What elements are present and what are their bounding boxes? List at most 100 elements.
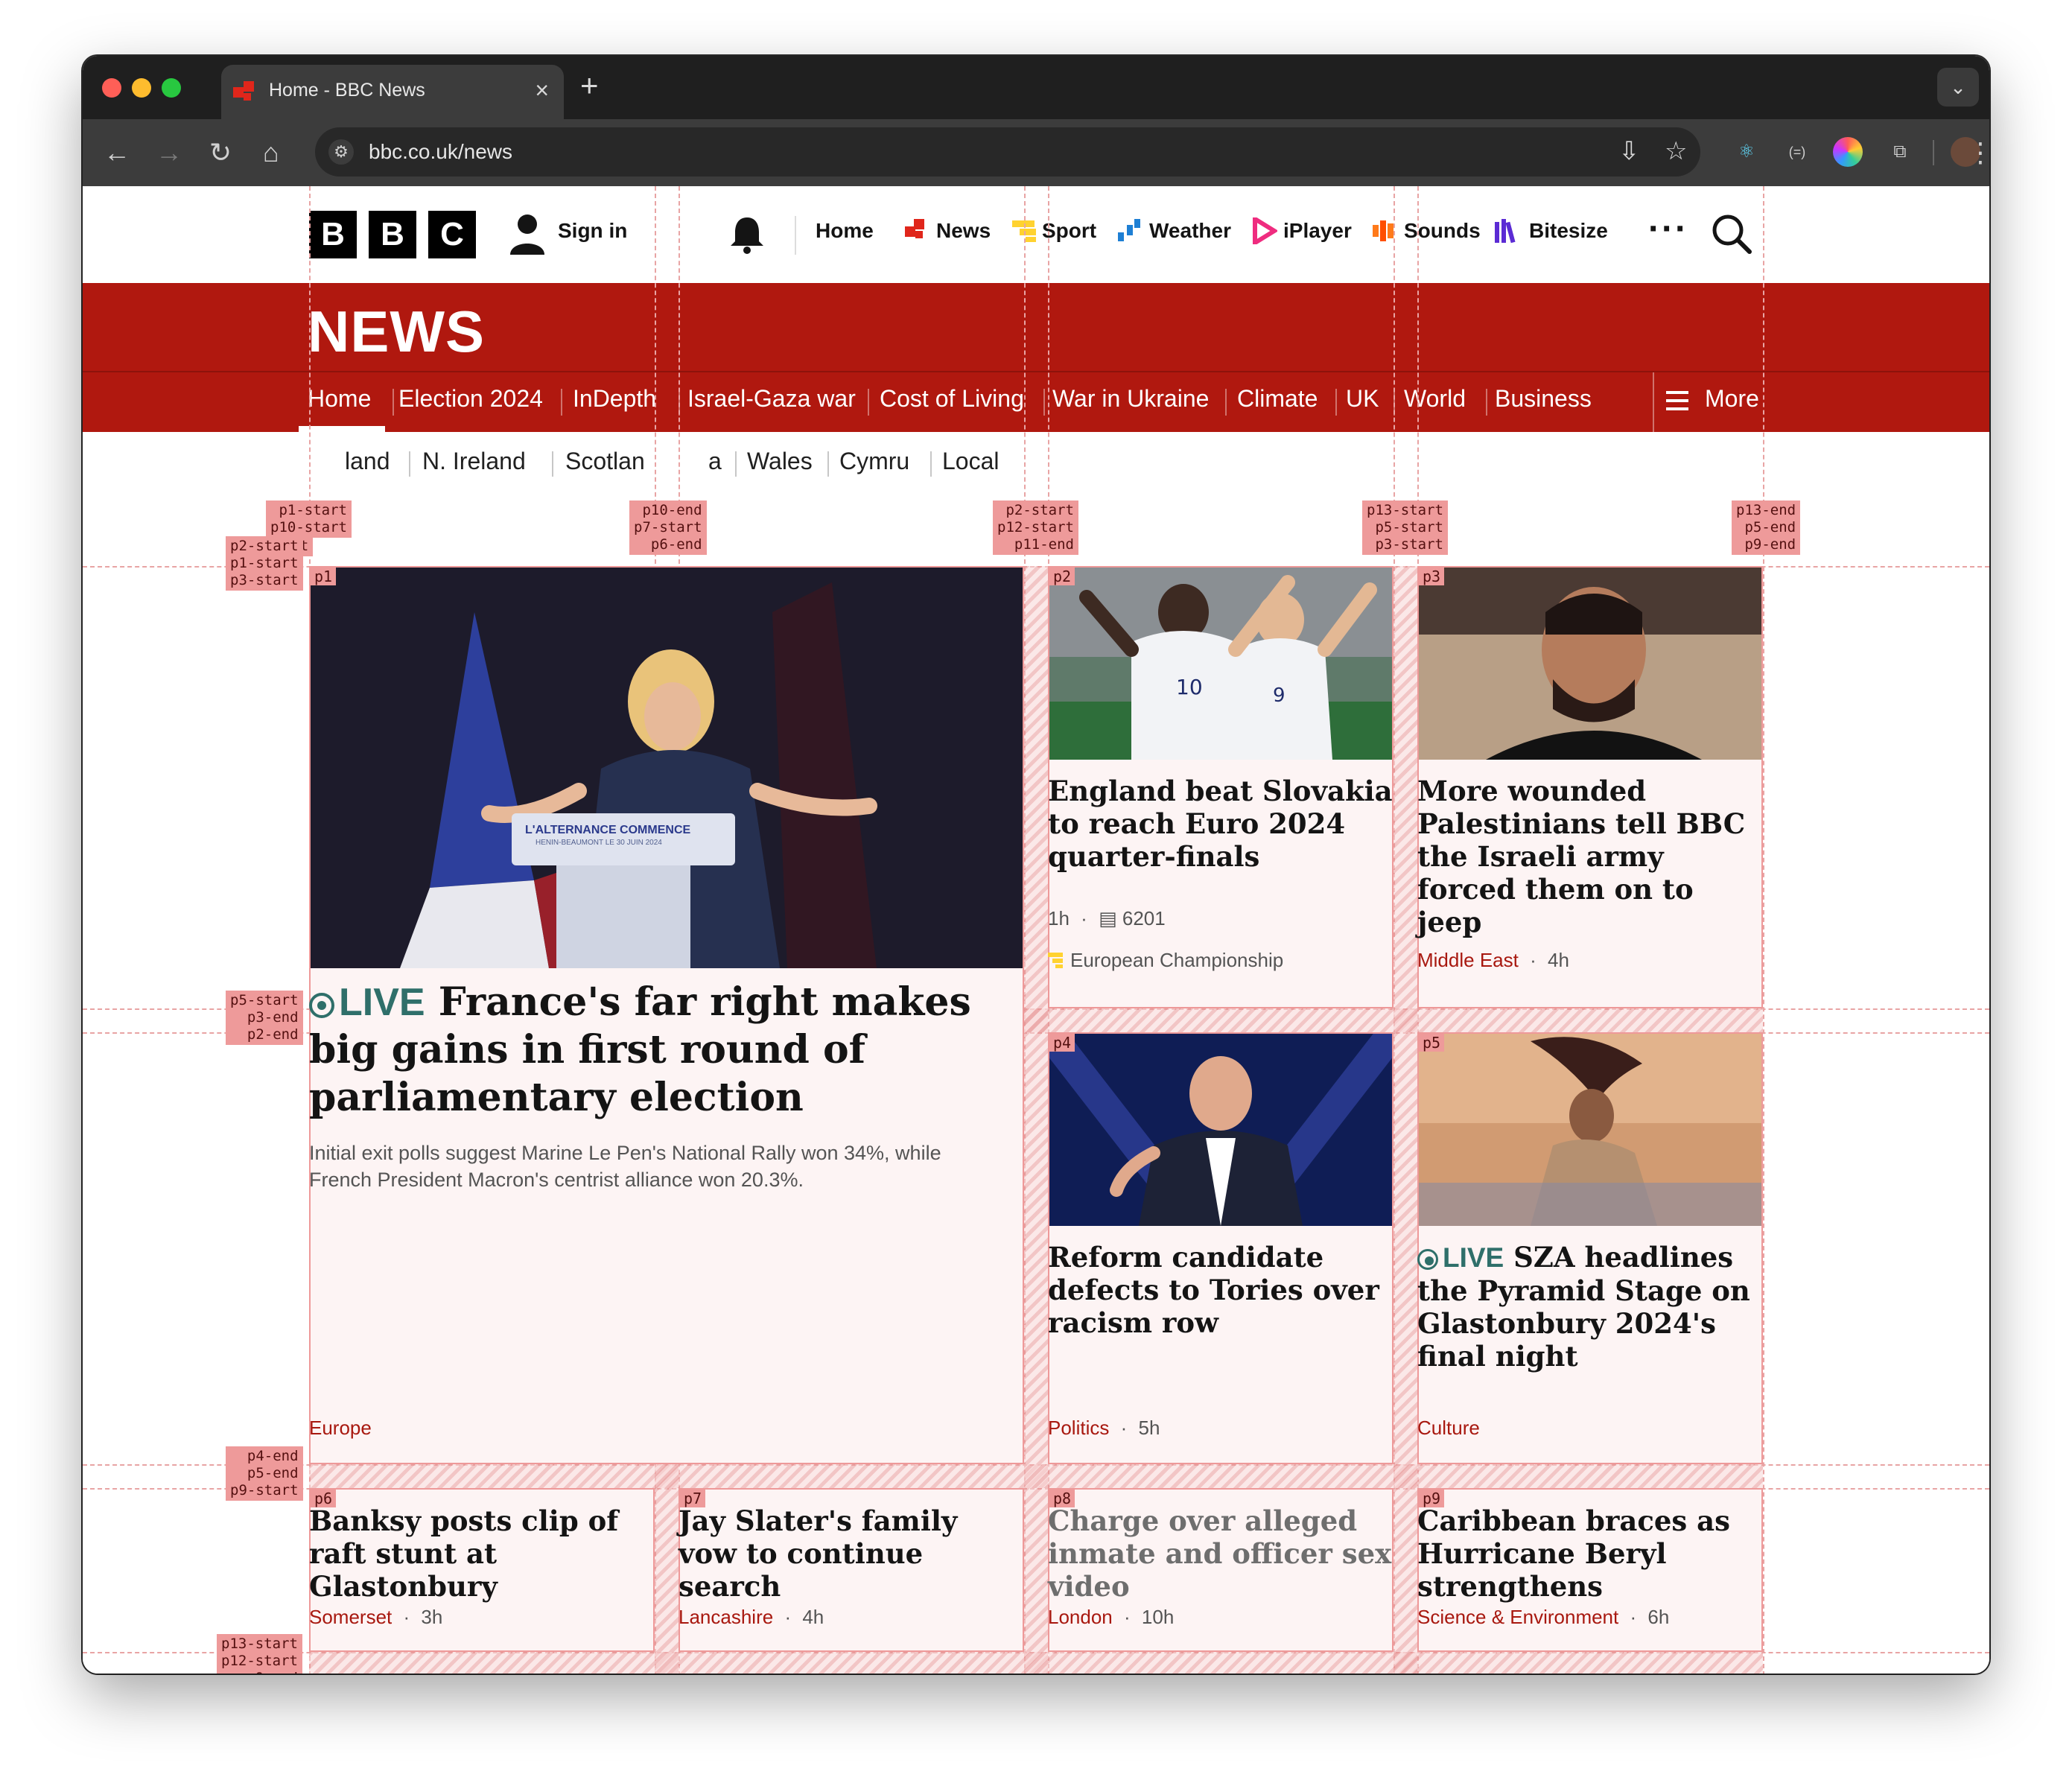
sign-in-link[interactable]: Sign in	[558, 219, 627, 243]
nation-cymru[interactable]: Cymru	[839, 448, 909, 475]
story-image-p4[interactable]	[1049, 1034, 1392, 1226]
headline-p4[interactable]: Reform candidate defects to Tories over …	[1048, 1241, 1393, 1339]
section-indepth[interactable]: InDepth	[573, 385, 656, 413]
comment-count-p2[interactable]: 6201	[1122, 907, 1166, 929]
site-info-icon[interactable]: ⚙	[328, 139, 354, 165]
story-age-p8: 10h	[1141, 1606, 1175, 1628]
section-uk[interactable]: UK	[1346, 385, 1379, 413]
topic-link-p9[interactable]: Science & Environment	[1417, 1606, 1618, 1628]
more-menu-icon[interactable]: ···	[1648, 209, 1688, 250]
headline-p6[interactable]: Banksy posts clip of raft stunt at Glast…	[309, 1504, 655, 1603]
grid-area-tag: p6	[311, 1490, 337, 1507]
reload-icon[interactable]: ↻	[209, 136, 232, 170]
grid-line-label: p13-start p12-start p9-end	[217, 1634, 302, 1674]
close-tab-icon[interactable]: ×	[535, 77, 549, 104]
section-climate[interactable]: Climate	[1237, 385, 1318, 413]
maximize-window-button[interactable]	[162, 78, 181, 98]
color-picker-extension-icon[interactable]	[1833, 137, 1863, 167]
back-icon[interactable]: ←	[104, 136, 130, 170]
headline-p8[interactable]: Charge over alleged inmate and officer s…	[1048, 1504, 1393, 1603]
nation-n-ireland[interactable]: N. Ireland	[422, 448, 526, 475]
new-tab-button[interactable]: +	[580, 68, 599, 104]
nation-england[interactable]: land	[345, 448, 390, 475]
bbc-logo-b2[interactable]: B	[369, 211, 416, 258]
bookmark-star-icon[interactable]: ☆	[1665, 136, 1687, 166]
address-bar[interactable]: ⚙ bbc.co.uk/news ⇩ ☆	[315, 127, 1700, 177]
react-devtools-extension-icon[interactable]: ⚛	[1732, 137, 1761, 167]
section-world[interactable]: World	[1404, 385, 1466, 413]
story-image-p3[interactable]	[1419, 568, 1761, 760]
podium-text: L'ALTERNANCE COMMENCE	[525, 824, 691, 836]
bbc-logo-b1[interactable]: B	[309, 211, 357, 258]
story-age-p6: 3h	[421, 1606, 443, 1628]
more-sections-label[interactable]: More	[1705, 385, 1759, 413]
nav-sounds[interactable]: Sounds	[1404, 219, 1481, 243]
user-icon[interactable]	[509, 213, 546, 255]
topic-link-p2[interactable]: European Championship	[1070, 949, 1283, 971]
bbc-logo-c[interactable]: C	[428, 211, 476, 258]
browser-tab[interactable]: Home - BBC News ×	[221, 65, 564, 119]
nav-iplayer[interactable]: iPlayer	[1283, 219, 1352, 243]
search-icon[interactable]	[1709, 212, 1754, 256]
nation-divider	[409, 451, 410, 477]
topic-link-p3[interactable]: Middle East	[1417, 949, 1519, 971]
nav-sport[interactable]: Sport	[1042, 219, 1096, 243]
section-business[interactable]: Business	[1495, 385, 1592, 413]
grid-area-tag: p7	[680, 1490, 706, 1507]
nations-nav: land N. Ireland Scotlan a Wales Cymru Lo…	[83, 432, 1989, 492]
headline-p5[interactable]: LIVE SZA headlines the Pyramid Stage on …	[1417, 1241, 1763, 1373]
topic-link-p4[interactable]: Politics	[1048, 1417, 1109, 1439]
minimize-window-button[interactable]	[132, 78, 151, 98]
extension-icon[interactable]: (=)	[1782, 137, 1812, 167]
topic-link-p1[interactable]: Europe	[309, 1417, 372, 1439]
topic-link-p8[interactable]: London	[1048, 1606, 1113, 1628]
tab-title: Home - BBC News	[269, 80, 425, 101]
tab-search-button[interactable]: ⌄	[1937, 68, 1979, 107]
nation-wales[interactable]: Wales	[747, 448, 813, 475]
headline-p7[interactable]: Jay Slater's family vow to continue sear…	[679, 1504, 1024, 1603]
grid-line-label: p2-start p12-start p11-end	[993, 500, 1078, 555]
home-icon[interactable]: ⌂	[263, 136, 279, 170]
notifications-bell-icon[interactable]	[726, 213, 768, 255]
section-home[interactable]: Home	[308, 385, 371, 413]
story-image-p5[interactable]	[1419, 1034, 1761, 1226]
story-topic-row-p2: European Championship	[1048, 949, 1283, 972]
section-cost-of-living[interactable]: Cost of Living	[880, 385, 1024, 413]
topic-link-p5[interactable]: Culture	[1417, 1417, 1480, 1439]
headline-p3[interactable]: More wounded Palestinians tell BBC the I…	[1417, 775, 1763, 938]
nav-news[interactable]: News	[936, 219, 991, 243]
meta-separator: ·	[1081, 907, 1087, 929]
story-image-p2[interactable]: 10 9	[1049, 568, 1392, 760]
meta-separator: ·	[1630, 1606, 1637, 1628]
install-app-icon[interactable]: ⇩	[1618, 136, 1640, 166]
nation-alba[interactable]: a	[708, 448, 722, 475]
section-war-in-ukraine[interactable]: War in Ukraine	[1052, 385, 1209, 413]
nation-local[interactable]: Local	[942, 448, 1000, 475]
close-window-button[interactable]	[102, 78, 121, 98]
story-age-p4: 5h	[1138, 1417, 1160, 1439]
topic-link-p6[interactable]: Somerset	[309, 1606, 392, 1628]
grid-area-tag: p2	[1049, 568, 1075, 585]
nav-home[interactable]: Home	[816, 219, 874, 243]
story-image-p1[interactable]: L'ALTERNANCE COMMENCE HENIN-BEAUMONT LE …	[311, 568, 1023, 968]
grid-line-label: p1-start p10-start	[266, 500, 352, 538]
section-divider	[1225, 389, 1227, 416]
topic-link-p7[interactable]: Lancashire	[679, 1606, 773, 1628]
section-israel-gaza-war[interactable]: Israel-Gaza war	[687, 385, 856, 413]
nav-weather[interactable]: Weather	[1149, 219, 1231, 243]
nav-bitesize[interactable]: Bitesize	[1529, 219, 1608, 243]
url-text[interactable]: bbc.co.uk/news	[369, 140, 512, 164]
extensions-puzzle-icon[interactable]: ⧉	[1885, 137, 1915, 167]
live-label: LIVE	[339, 981, 425, 1024]
section-election-2024[interactable]: Election 2024	[398, 385, 543, 413]
menu-kebab-icon[interactable]: ⋮	[1967, 136, 1989, 170]
headline-p9[interactable]: Caribbean braces as Hurricane Beryl stre…	[1417, 1504, 1763, 1603]
nation-scotland[interactable]: Scotlan	[565, 448, 645, 475]
headline-p2[interactable]: England beat Slovakia to reach Euro 2024…	[1048, 775, 1393, 873]
headline-p1[interactable]: LIVE France's far right makes big gains …	[309, 979, 1009, 1122]
news-title[interactable]: NEWS	[308, 298, 485, 366]
more-sections-button[interactable]	[1653, 372, 1989, 432]
grid-gap	[309, 1464, 1763, 1488]
forward-icon[interactable]: →	[156, 136, 182, 170]
live-label: LIVE	[1443, 1242, 1504, 1273]
